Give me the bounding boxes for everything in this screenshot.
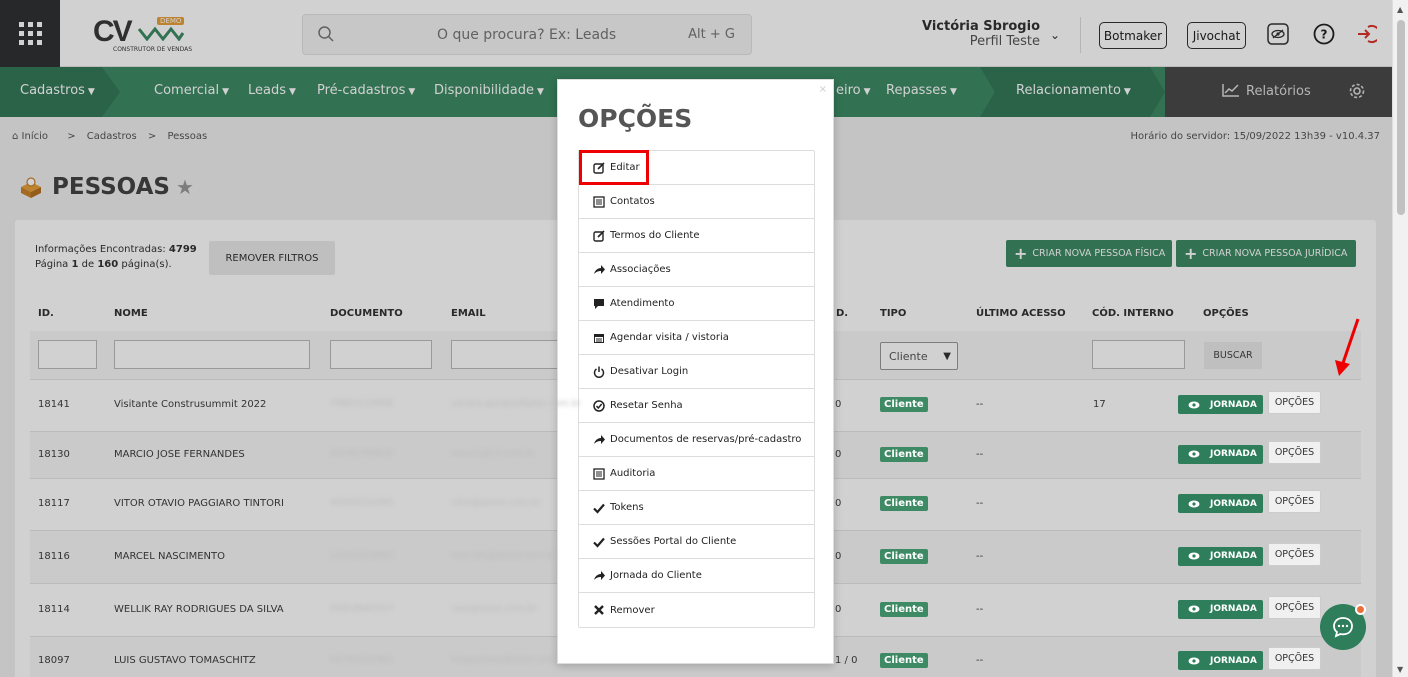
share-icon — [594, 434, 605, 444]
option-auditoria[interactable]: Auditoria — [579, 457, 814, 491]
option-documentos-de-reservas-pre-cadastro[interactable]: Documentos de reservas/pré-cadastro — [579, 423, 814, 457]
eye-icon — [1188, 657, 1200, 664]
jornada-button[interactable]: JORNADA — [1178, 494, 1263, 513]
row-documento: 28766799830 — [330, 448, 393, 459]
row-nome: WELLIK RAY RODRIGUES DA SILVA — [114, 603, 284, 615]
modal-title: OPÇÕES — [578, 104, 693, 133]
row-tipo-badge: Cliente — [880, 397, 928, 412]
check-icon — [593, 537, 605, 548]
row-documento: 04782531962 — [330, 655, 393, 665]
row-ultimo-acesso: -- — [976, 550, 984, 562]
list-icon — [593, 467, 605, 480]
option-contatos[interactable]: Contatos — [579, 185, 814, 219]
jornada-button[interactable]: JORNADA — [1178, 395, 1263, 414]
row-email: marcelo@plantr.com.br — [451, 550, 557, 561]
edit-icon — [593, 229, 605, 242]
check-icon — [593, 503, 605, 514]
chat-bubble-icon — [1333, 617, 1353, 638]
row-id2: 0 — [835, 399, 842, 410]
option-tokens[interactable]: Tokens — [579, 491, 814, 525]
jornada-button[interactable]: JORNADA — [1178, 651, 1263, 670]
list-icon — [593, 195, 605, 208]
share-icon — [594, 264, 605, 274]
power-icon — [593, 366, 605, 378]
row-nome: MARCIO JOSE FERNANDES — [114, 448, 245, 460]
options-list: Editar Contatos Termos do Cliente Associaçõ… — [578, 150, 815, 628]
option-sessoes-portal-do-cliente[interactable]: Sessões Portal do Cliente — [579, 525, 814, 559]
row-email: raas@teste.com.br — [451, 603, 537, 614]
jornada-button[interactable]: JORNADA — [1178, 599, 1263, 619]
scroll-down-icon[interactable]: ▼ — [1397, 665, 1403, 674]
option-agendar-visita-vistoria[interactable]: Agendar visita / vistoria — [579, 321, 814, 355]
notification-dot — [1355, 604, 1366, 615]
row-options-button[interactable]: OPÇÕES — [1268, 391, 1321, 414]
row-email: marcio@r3.com.br — [451, 448, 535, 459]
eye-icon — [1188, 401, 1200, 408]
row-id: 18114 — [38, 603, 70, 615]
option-associacoes[interactable]: Associações — [579, 253, 814, 287]
row-options-button[interactable]: OPÇÕES — [1268, 647, 1321, 670]
row-nome: LUIS GUSTAVO TOMASCHITZ — [114, 655, 256, 666]
jornada-button[interactable]: JORNADA — [1178, 546, 1263, 566]
check-circle-icon — [593, 399, 605, 412]
row-documento: 44200231080 — [330, 498, 393, 508]
option-atendimento[interactable]: Atendimento — [579, 287, 814, 321]
row-id2: 0 — [835, 603, 842, 615]
row-tipo-badge: Cliente — [880, 496, 928, 511]
eye-icon — [1188, 500, 1200, 507]
option-desativar-login[interactable]: Desativar Login — [579, 355, 814, 389]
option-jornada-do-cliente[interactable]: Jornada do Cliente — [579, 559, 814, 593]
row-ultimo-acesso: -- — [976, 448, 984, 460]
row-id: 18141 — [38, 399, 70, 410]
row-email: vitor@aeren.com.br — [451, 498, 541, 508]
row-id2: 0 — [835, 550, 842, 562]
highlight-box — [579, 150, 649, 185]
scroll-up-icon[interactable]: ▲ — [1397, 5, 1403, 14]
row-nome: MARCEL NASCIMENTO — [114, 550, 225, 562]
row-nome: VITOR OTAVIO PAGGIARO TINTORI — [114, 498, 284, 509]
row-email: sandra.apo@softplan.com.br — [451, 399, 581, 409]
row-options-button[interactable]: OPÇÕES — [1268, 440, 1321, 464]
option-remover[interactable]: Remover — [579, 593, 814, 627]
eye-icon — [1188, 552, 1200, 560]
row-id: 18097 — [38, 655, 70, 666]
share-icon — [594, 570, 605, 580]
row-documento: 05818640307 — [330, 603, 393, 614]
row-options-button[interactable]: OPÇÕES — [1268, 542, 1321, 566]
calendar-icon — [594, 333, 604, 343]
row-documento: 70603119908 — [330, 399, 393, 409]
jornada-button[interactable]: JORNADA — [1178, 444, 1263, 464]
row-tipo-badge: Cliente — [880, 548, 928, 564]
option-resetar-senha[interactable]: Resetar Senha — [579, 389, 814, 423]
row-documento: 12810224840 — [330, 550, 393, 561]
row-email: luisgustavo@teste.com — [451, 655, 557, 665]
row-tipo-badge: Cliente — [880, 446, 928, 462]
row-id2: 1 / 0 — [835, 655, 858, 666]
row-id: 18116 — [38, 550, 70, 562]
row-options-button[interactable]: OPÇÕES — [1268, 490, 1321, 513]
row-ultimo-acesso: -- — [976, 399, 984, 410]
row-ultimo-acesso: -- — [976, 655, 984, 666]
row-tipo-badge: Cliente — [880, 653, 928, 668]
row-ultimo-acesso: -- — [976, 498, 984, 509]
option-termos-do-cliente[interactable]: Termos do Cliente — [579, 219, 814, 253]
row-id: 18130 — [38, 448, 70, 460]
row-id: 18117 — [38, 498, 70, 509]
eye-icon — [1188, 605, 1200, 613]
page-scrollbar[interactable]: ▲ ▼ — [1392, 0, 1408, 677]
row-cod-interno: 17 — [1093, 399, 1106, 410]
row-tipo-badge: Cliente — [880, 601, 928, 617]
row-id2: 0 — [835, 498, 842, 509]
comment-icon — [594, 298, 604, 309]
close-icon[interactable]: × — [819, 84, 827, 95]
scrollbar-thumb[interactable] — [1397, 20, 1405, 215]
row-ultimo-acesso: -- — [976, 603, 984, 615]
row-nome: Visitante Construsummit 2022 — [114, 399, 267, 410]
eye-icon — [1188, 450, 1200, 458]
row-id2: 0 — [835, 448, 842, 460]
x-icon — [594, 605, 604, 615]
annotation-arrow-icon — [1335, 318, 1360, 376]
row-options-button[interactable]: OPÇÕES — [1268, 595, 1321, 619]
